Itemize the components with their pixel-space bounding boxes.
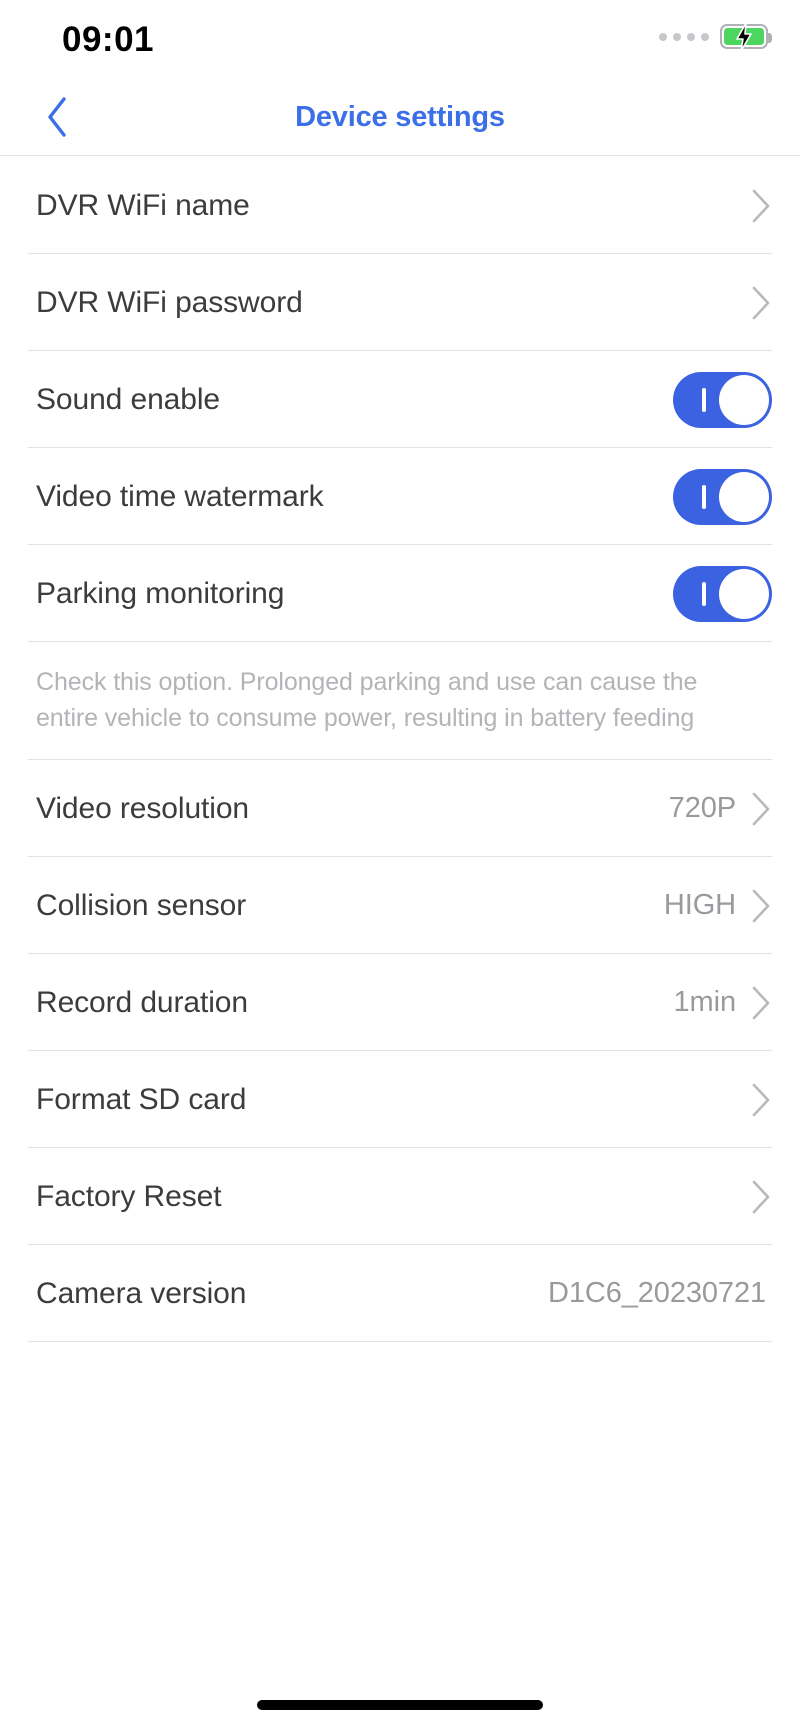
row-label: Camera version: [36, 1276, 247, 1310]
row-label: Factory Reset: [36, 1179, 222, 1213]
row-record-duration[interactable]: Record duration 1min: [0, 954, 800, 1051]
row-accessory: D1C6_20230721: [548, 1277, 772, 1310]
row-label: Collision sensor: [36, 888, 247, 922]
signal-dots-icon: [659, 32, 709, 41]
row-accessory: [750, 1179, 772, 1215]
row-label: Video resolution: [36, 791, 249, 825]
row-accessory: HIGH: [664, 888, 772, 924]
parking-monitoring-note: Check this option. Prolonged parking and…: [0, 642, 800, 760]
row-format-sd-card[interactable]: Format SD card: [0, 1051, 800, 1148]
chevron-right-icon: [752, 1083, 770, 1116]
row-label: Format SD card: [36, 1082, 247, 1116]
device-settings-screen: 09:01 Device settings DVR WiFi name DVR …: [0, 0, 800, 1731]
battery-charging-icon: [720, 22, 772, 51]
lightning-bolt-icon: [736, 22, 752, 51]
row-label: DVR WiFi name: [36, 188, 250, 222]
row-accessory: [750, 188, 772, 224]
note-line-2: entire vehicle to consume power, resulti…: [36, 704, 695, 732]
row-video-time-watermark[interactable]: Video time watermark: [0, 448, 800, 545]
camera-version-value: D1C6_20230721: [548, 1277, 766, 1309]
row-accessory: 720P: [669, 791, 772, 827]
row-value: 1min: [673, 986, 737, 1018]
row-sound-enable[interactable]: Sound enable: [0, 351, 800, 448]
home-indicator-bar[interactable]: [257, 1700, 543, 1710]
sound-enable-toggle[interactable]: [673, 371, 772, 428]
chevron-right-icon: [752, 286, 770, 319]
settings-list: DVR WiFi name DVR WiFi password Sound en…: [0, 157, 800, 1342]
row-label: Parking monitoring: [36, 576, 285, 610]
row-value: 720P: [668, 792, 736, 824]
page-title: Device settings: [295, 100, 505, 133]
navigation-bar: Device settings: [0, 78, 800, 156]
parking-monitoring-toggle[interactable]: [673, 565, 772, 622]
row-camera-version: Camera version D1C6_20230721: [0, 1245, 800, 1342]
row-value: HIGH: [663, 889, 736, 921]
row-label: Sound enable: [36, 382, 220, 416]
status-bar-time: 09:01: [62, 20, 155, 59]
row-collision-sensor[interactable]: Collision sensor HIGH: [0, 857, 800, 954]
row-label: Video time watermark: [36, 479, 324, 513]
row-accessory: [673, 565, 772, 622]
row-accessory: [673, 468, 772, 525]
row-video-resolution[interactable]: Video resolution 720P: [0, 760, 800, 857]
row-accessory: [750, 1082, 772, 1118]
row-accessory: [750, 285, 772, 321]
row-parking-monitoring[interactable]: Parking monitoring: [0, 545, 800, 642]
video-time-watermark-toggle[interactable]: [673, 468, 772, 525]
row-label: DVR WiFi password: [36, 285, 303, 319]
status-bar-indicators: [659, 22, 772, 51]
row-label: Record duration: [36, 985, 248, 1019]
chevron-right-icon: [752, 889, 770, 922]
row-dvr-wifi-name[interactable]: DVR WiFi name: [0, 157, 800, 254]
chevron-right-icon: [752, 986, 770, 1019]
chevron-right-icon: [752, 189, 770, 222]
row-dvr-wifi-password[interactable]: DVR WiFi password: [0, 254, 800, 351]
row-factory-reset[interactable]: Factory Reset: [0, 1148, 800, 1245]
row-accessory: 1min: [674, 985, 772, 1021]
chevron-right-icon: [752, 792, 770, 825]
note-line-1: Check this option. Prolonged parking and…: [36, 668, 698, 696]
row-accessory: [673, 371, 772, 428]
status-bar: 09:01: [0, 0, 800, 78]
chevron-right-icon: [752, 1180, 770, 1213]
